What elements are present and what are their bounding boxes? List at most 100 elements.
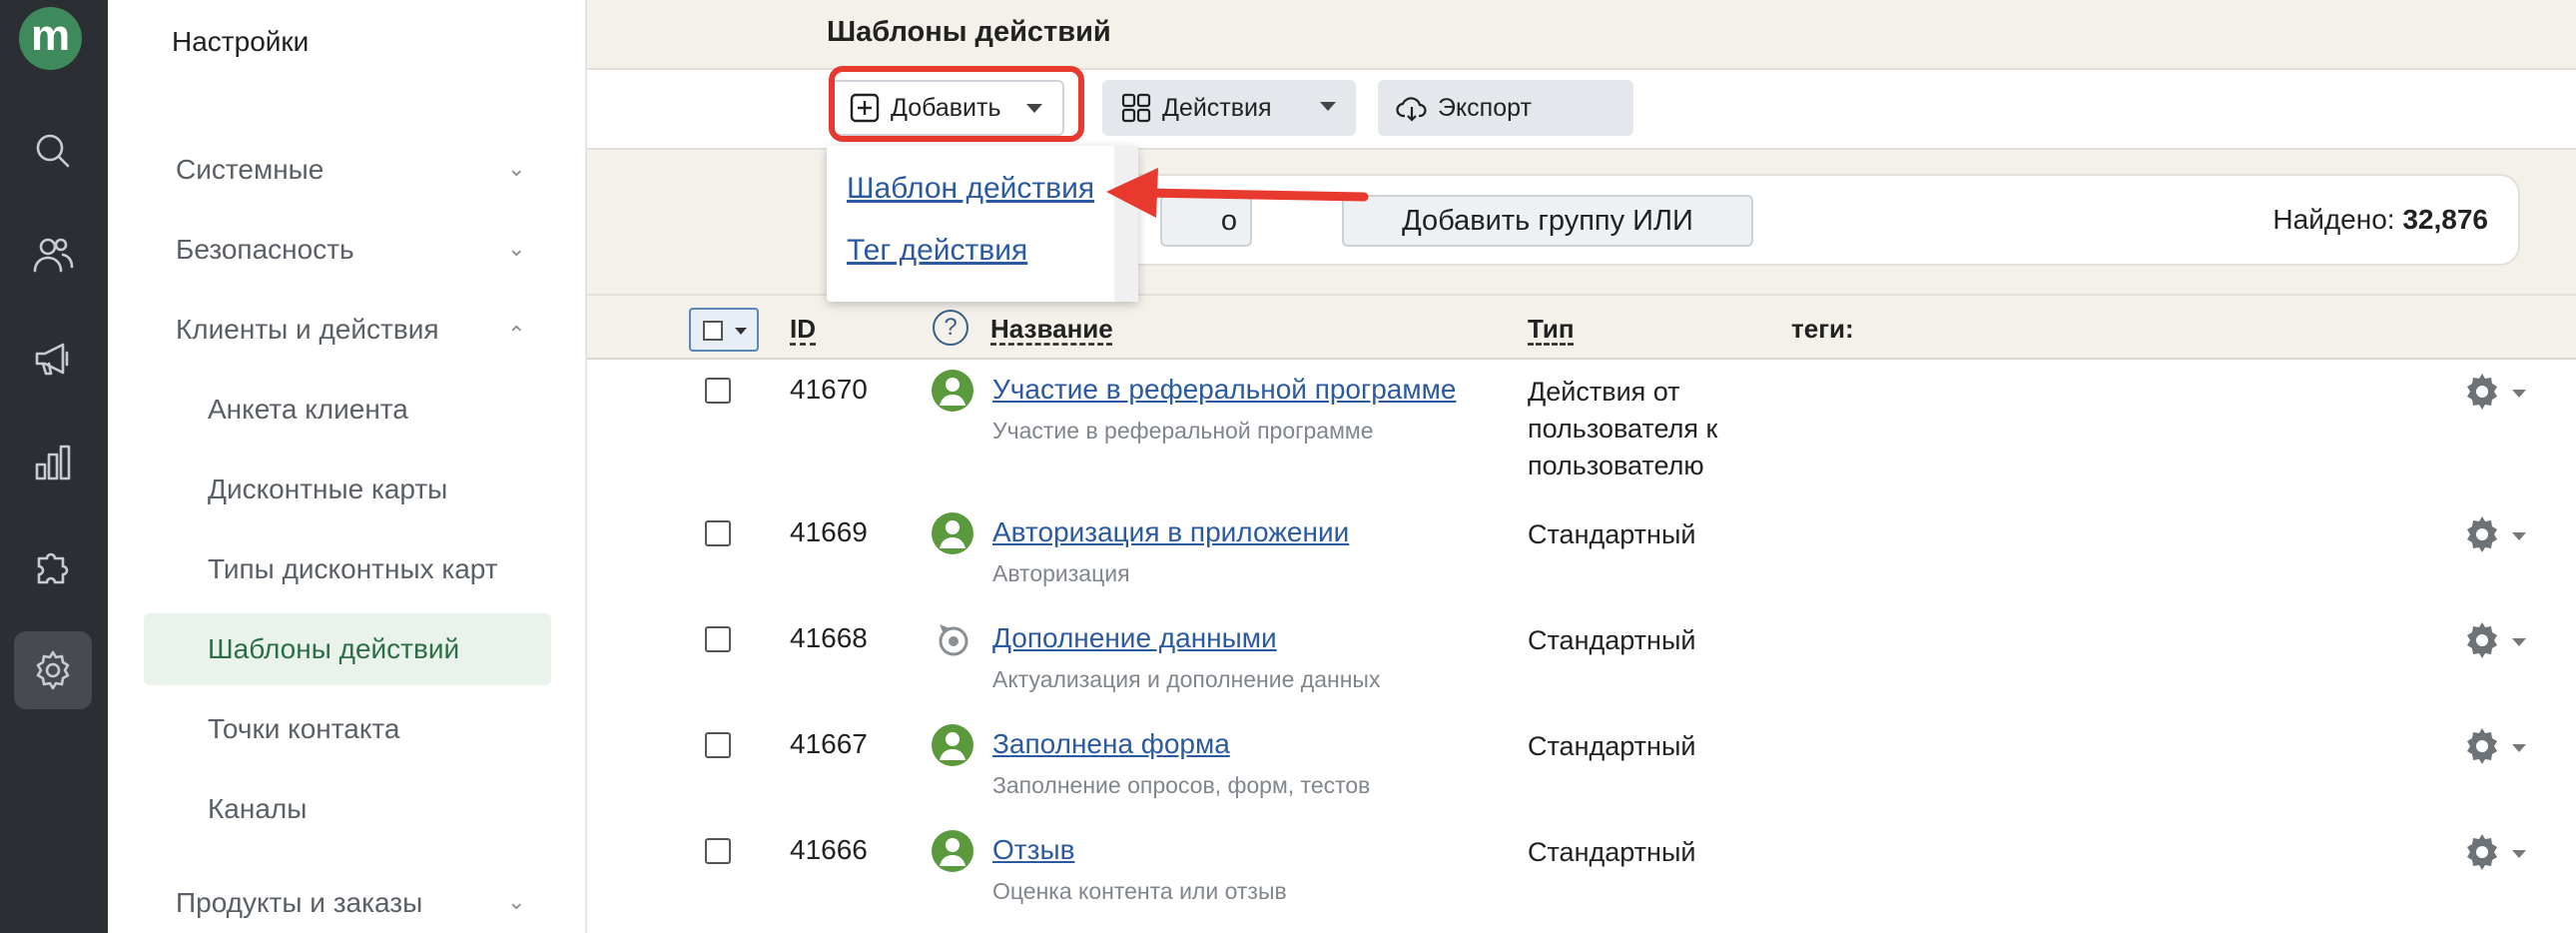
nav-item-discount-cards[interactable]: Дисконтные карты (208, 473, 447, 505)
filter-hidden-button[interactable]: о (1160, 195, 1252, 247)
caret-down-icon (1320, 102, 1336, 111)
nav-item-action-templates[interactable]: Шаблоны действий (208, 633, 459, 665)
row-id: 41667 (790, 728, 868, 759)
chevron-down-icon[interactable]: ⌄ (507, 156, 525, 182)
row-checkbox[interactable] (705, 732, 731, 758)
row-checkbox[interactable] (705, 838, 731, 864)
chevron-down-icon[interactable]: ⌄ (507, 889, 525, 915)
row-settings-gear-icon[interactable] (2460, 370, 2504, 414)
caret-down-icon[interactable] (2512, 744, 2526, 752)
nav-item-client-profile[interactable]: Анкета клиента (208, 394, 408, 426)
row-id: 41669 (790, 516, 868, 547)
row-type: Действия от пользователя к пользователю (1528, 377, 1718, 480)
row-description: Оценка контента или отзыв (992, 878, 1287, 904)
actions-button[interactable]: Действия (1102, 80, 1356, 136)
row-type: Стандартный (1528, 837, 1696, 867)
row-type: Стандартный (1528, 625, 1696, 655)
add-dropdown-menu: Шаблон действия Тег действия (827, 146, 1138, 302)
row-name-link[interactable]: Дополнение данными (992, 622, 1277, 654)
nav-item-contact-points[interactable]: Точки контакта (208, 713, 399, 745)
user-avatar-icon (932, 830, 973, 872)
row-settings-gear-icon[interactable] (2460, 618, 2504, 662)
nav-section-clients[interactable]: Клиенты и действия (176, 314, 439, 346)
column-header-id[interactable]: ID (790, 314, 816, 345)
bar-chart-icon[interactable] (14, 424, 92, 501)
export-button[interactable]: Экспорт (1378, 80, 1633, 136)
row-checkbox[interactable] (705, 626, 731, 652)
row-description: Авторизация (992, 560, 1130, 586)
row-description: Заполнение опросов, форм, тестов (992, 772, 1371, 798)
table-row: 41668 Дополнение данными Актуализация и … (587, 610, 2576, 710)
chevron-up-icon[interactable]: ⌃ (507, 322, 525, 348)
grid-icon (1121, 93, 1151, 123)
caret-down-icon[interactable] (2512, 532, 2526, 540)
row-name-link[interactable]: Отзыв (992, 834, 1074, 866)
dropdown-scrollbar[interactable] (1114, 146, 1138, 302)
table-header: ID ? Название Тип теги: (587, 296, 2576, 360)
row-settings-gear-icon[interactable] (2460, 724, 2504, 768)
users-icon[interactable] (14, 216, 92, 294)
filter-hidden-button-label: о (1220, 204, 1238, 237)
user-avatar-icon (932, 512, 973, 554)
megaphone-icon[interactable] (14, 320, 92, 398)
row-checkbox[interactable] (705, 520, 731, 546)
gear-icon[interactable] (14, 631, 92, 709)
user-avatar-icon (932, 724, 973, 766)
nav-item-discount-card-types[interactable]: Типы дисконтных карт (208, 553, 498, 585)
table-row: 41666 Отзыв Оценка контента или отзыв Ст… (587, 822, 2576, 922)
refresh-target-icon (932, 618, 973, 660)
nav-section-security[interactable]: Безопасность (176, 234, 354, 266)
help-icon[interactable]: ? (933, 310, 968, 346)
found-label: Найдено: (2272, 204, 2395, 235)
export-button-label: Экспорт (1438, 93, 1532, 122)
row-checkbox[interactable] (705, 378, 731, 404)
caret-down-icon[interactable] (2512, 638, 2526, 646)
search-icon[interactable] (14, 112, 92, 190)
caret-down-icon (735, 328, 747, 335)
row-settings-gear-icon[interactable] (2460, 512, 2504, 556)
row-id: 41670 (790, 374, 868, 405)
table-row: 41670 Участие в реферальной программе Уч… (587, 362, 2576, 489)
dropdown-item-action-tag[interactable]: Тег действия (847, 234, 1027, 268)
puzzle-icon[interactable] (14, 527, 92, 605)
user-avatar-icon (932, 370, 973, 412)
row-description: Актуализация и дополнение данных (992, 666, 1381, 692)
add-or-group-button[interactable]: Добавить группу ИЛИ (1342, 195, 1753, 247)
sidebar-title: Настройки (172, 26, 310, 57)
found-count: Найдено: 32,876 (2272, 204, 2488, 236)
caret-down-icon[interactable] (2512, 390, 2526, 398)
row-id: 41666 (790, 834, 868, 865)
filter-box: о Добавить группу ИЛИ Найдено: 32,876 (1078, 174, 2520, 266)
row-name-link[interactable]: Участие в реферальной программе (992, 374, 1456, 406)
column-header-name[interactable]: Название (990, 314, 1113, 345)
cloud-download-icon (1396, 97, 1427, 122)
actions-button-label: Действия (1162, 93, 1272, 122)
dropdown-item-action-template[interactable]: Шаблон действия (847, 172, 1094, 206)
add-button-highlight (829, 66, 1084, 142)
icon-rail: m (0, 0, 108, 933)
table-row: 41669 Авторизация в приложении Авторизац… (587, 504, 2576, 604)
nav-item-channels[interactable]: Каналы (208, 793, 307, 825)
column-header-tags: теги: (1791, 314, 1854, 344)
add-or-group-label: Добавить группу ИЛИ (1402, 204, 1693, 237)
row-name-link[interactable]: Заполнена форма (992, 728, 1230, 760)
row-type: Стандартный (1528, 519, 1696, 549)
table-row: 41667 Заполнена форма Заполнение опросов… (587, 716, 2576, 816)
settings-sidebar: Настройки Системные ⌄ Безопасность ⌄ Кли… (108, 0, 587, 933)
row-description: Участие в реферальной программе (992, 418, 1374, 444)
page-title: Шаблоны действий (827, 16, 1111, 48)
caret-down-icon[interactable] (2512, 850, 2526, 858)
chevron-down-icon[interactable]: ⌄ (507, 236, 525, 262)
nav-section-products[interactable]: Продукты и заказы (176, 887, 422, 919)
select-all-checkbox[interactable] (703, 321, 723, 341)
row-name-link[interactable]: Авторизация в приложении (992, 516, 1349, 548)
row-type: Стандартный (1528, 731, 1696, 761)
app-logo[interactable]: m (19, 7, 82, 70)
page-header: Шаблоны действий (587, 0, 2576, 70)
column-header-type[interactable]: Тип (1528, 314, 1575, 345)
nav-section-system[interactable]: Системные (176, 154, 323, 186)
row-id: 41668 (790, 622, 868, 653)
found-value: 32,876 (2402, 204, 2488, 235)
row-settings-gear-icon[interactable] (2460, 830, 2504, 874)
select-all-dropdown[interactable] (689, 308, 759, 352)
